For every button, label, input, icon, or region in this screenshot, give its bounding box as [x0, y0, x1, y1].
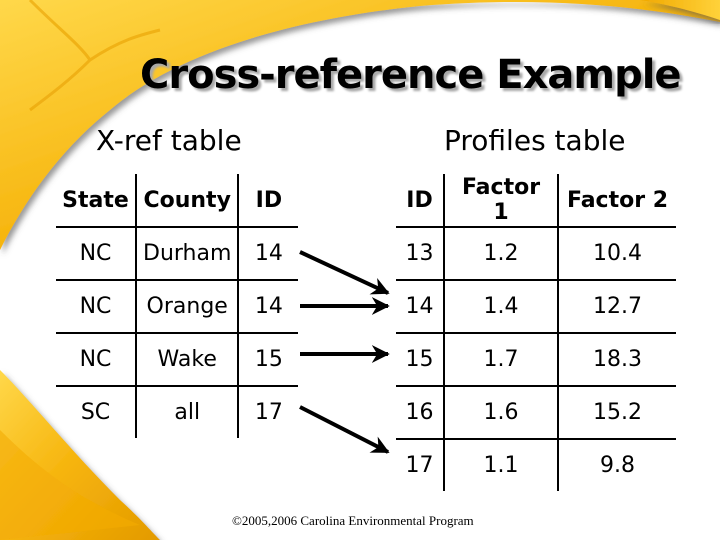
profiles-row: 14 1.4 12.7 [396, 279, 676, 333]
xref-header-state: State [62, 187, 129, 213]
xref-header-id: ID [237, 174, 299, 227]
xref-row: SC all 17 [56, 385, 299, 438]
profiles-table: ID Factor 1 Factor 2 13 1.2 10.4 14 1.4 … [396, 174, 676, 491]
profiles-cell-factor1: 1.6 [443, 385, 558, 439]
xref-cell-state: NC [56, 279, 136, 333]
profiles-row: 15 1.7 18.3 [396, 332, 676, 386]
profiles-cell-factor1: 1.2 [443, 226, 558, 280]
profiles-table-caption: Profiles table [444, 124, 626, 157]
mapping-arrows [299, 250, 390, 454]
profiles-cell-factor1: 1.7 [443, 332, 558, 386]
profiles-row: 16 1.6 15.2 [396, 385, 676, 439]
profiles-cell-factor1: 1.1 [443, 438, 558, 491]
copyright-footer: ©2005,2006 Carolina Environmental Progra… [232, 513, 474, 528]
profiles-row: 13 1.2 10.4 [396, 226, 676, 280]
xref-row: NC Durham 14 [56, 226, 299, 280]
xref-cell-state: SC [56, 385, 136, 438]
arrow-all-to-17 [299, 405, 390, 454]
xref-row: NC Wake 15 [56, 332, 299, 386]
xref-header-county: County [134, 174, 239, 227]
xref-cell-state: NC [56, 332, 136, 386]
xref-cell-county: Orange [134, 279, 239, 333]
profiles-row: 17 1.1 9.8 [396, 438, 676, 491]
profiles-header-id: ID [406, 187, 433, 213]
profiles-cell-factor1: 1.4 [443, 279, 558, 333]
profiles-cell-factor2: 18.3 [557, 332, 676, 386]
arrow-durham-to-14 [299, 250, 390, 295]
xref-table: State County ID NC Durham 14 NC Orange 1… [56, 174, 299, 438]
profiles-cell-factor2: 9.8 [557, 438, 676, 491]
profiles-header-row: ID Factor 1 Factor 2 [396, 174, 676, 227]
xref-table-caption: X-ref table [96, 124, 242, 157]
profiles-cell-factor2: 15.2 [557, 385, 676, 439]
xref-header-row: State County ID [56, 174, 299, 227]
xref-cell-county: all [134, 385, 239, 438]
xref-row: NC Orange 14 [56, 279, 299, 333]
slide-title: Cross-reference Example [140, 52, 682, 98]
xref-cell-state: NC [56, 226, 136, 280]
xref-cell-county: Durham [134, 226, 239, 280]
profiles-cell-factor2: 12.7 [557, 279, 676, 333]
xref-cell-county: Wake [134, 332, 239, 386]
profiles-header-factor2: Factor 2 [557, 174, 676, 227]
profiles-header-factor1: Factor 1 [443, 174, 558, 227]
profiles-cell-factor2: 10.4 [557, 226, 676, 280]
